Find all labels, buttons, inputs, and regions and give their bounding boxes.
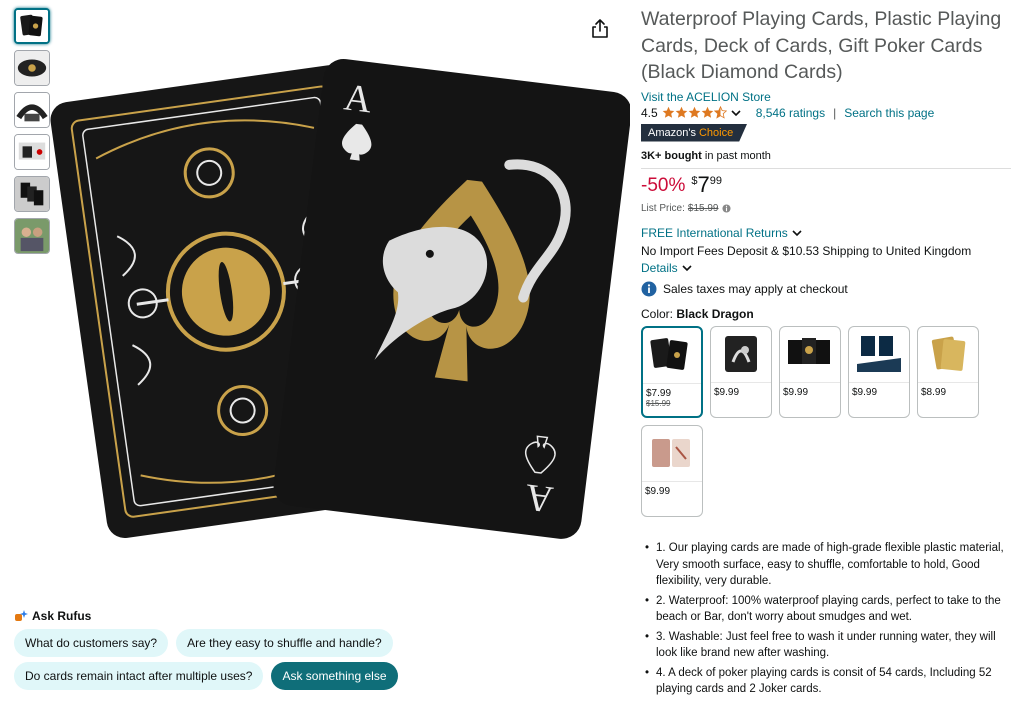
rufus-chip-remain-intact[interactable]: Do cards remain intact after multiple us… — [14, 662, 264, 690]
chevron-down-icon[interactable] — [730, 107, 742, 119]
thumbnail-1[interactable] — [14, 8, 50, 44]
color-swatches: $7.99 $15.99 $9.99 $9.99 $9.99 $8.99 $9.99 — [641, 325, 991, 517]
list-price: List Price: $15.99 — [641, 203, 1011, 214]
color-swatch-1[interactable]: $7.99 $15.99 — [641, 325, 703, 418]
thumbnail-6[interactable] — [14, 218, 50, 254]
details-text: Details — [641, 260, 678, 275]
color-label: Color: Black Dragon — [641, 307, 1011, 321]
list-price-label: List Price: — [641, 202, 685, 214]
feature-bullet: 4. A deck of poker playing cards is cons… — [645, 665, 1010, 698]
feature-bullet: 1. Our playing cards are made of high-gr… — [645, 540, 1010, 590]
swatch-image — [918, 327, 978, 383]
rufus-title-text: Ask Rufus — [32, 609, 92, 623]
price-whole: 7 — [697, 171, 710, 197]
details-link[interactable]: Details — [641, 261, 1011, 275]
thumbnail-3[interactable] — [14, 92, 50, 128]
swatch-price: $9.99 — [645, 485, 671, 497]
product-info-column: Waterproof Playing Cards, Plastic Playin… — [641, 6, 1011, 517]
card-rank-bottom: A — [522, 475, 555, 520]
swatch-price: $9.99 — [783, 386, 809, 398]
info-icon — [641, 281, 657, 296]
color-label-prefix: Color: — [641, 306, 677, 321]
divider — [641, 167, 1011, 169]
swatch-price: $9.99 — [714, 386, 740, 398]
price-row: -50% $ 7 99 — [641, 171, 1011, 197]
info-icon[interactable] — [721, 203, 731, 213]
star-icon — [675, 106, 687, 118]
shipping-info: No Import Fees Deposit & $10.53 Shipping… — [641, 243, 972, 258]
chevron-down-icon — [682, 264, 692, 271]
product-title: Waterproof Playing Cards, Plastic Playin… — [641, 8, 1002, 83]
thumbnail-4[interactable] — [14, 134, 50, 170]
star-icon — [701, 106, 713, 118]
amazons-choice-badge[interactable]: Amazon's Choice — [641, 124, 747, 142]
star-icon — [662, 106, 674, 118]
swatch-image — [642, 426, 702, 482]
swatch-price: $7.99 — [646, 387, 672, 399]
price-fraction: 99 — [709, 174, 722, 187]
swatch-list-price: $15.99 — [646, 398, 671, 408]
swatch-image — [780, 327, 840, 383]
free-returns-link[interactable]: FREE International Returns — [641, 226, 1011, 240]
rufus-title: Ask Rufus — [14, 609, 614, 623]
about-this-item-bullets: 1. Our playing cards are made of high-gr… — [645, 540, 1010, 701]
search-page-link[interactable]: Search this page — [844, 106, 934, 120]
rufus-spark-icon — [15, 610, 28, 621]
bought-in-past-month: 3K+ bought in past month — [641, 150, 1011, 162]
swatch-image — [643, 328, 701, 384]
thumbnail-2[interactable] — [14, 50, 50, 86]
sales-tax-text: Sales taxes may apply at checkout — [663, 281, 848, 296]
bought-rest: in past month — [701, 149, 771, 162]
returns-text: FREE International Returns — [641, 225, 788, 240]
store-link[interactable]: Visit the ACELION Store — [641, 90, 1011, 104]
thumbnail-strip — [14, 8, 52, 260]
swatch-price: $8.99 — [921, 386, 947, 398]
swatch-image — [711, 327, 771, 383]
rating-value: 4.5 — [641, 105, 658, 120]
color-swatch-3[interactable]: $9.99 — [779, 325, 841, 418]
badge-prefix: Amazon's — [648, 126, 696, 139]
color-value: Black Dragon — [676, 306, 754, 321]
feature-bullet: 2. Waterproof: 100% waterproof playing c… — [645, 593, 1010, 626]
star-icon — [688, 106, 700, 118]
main-product-image[interactable]: A A — [50, 40, 632, 540]
star-half-icon — [713, 106, 727, 119]
rufus-chip-easy-shuffle[interactable]: Are they easy to shuffle and handle? — [176, 629, 393, 657]
rufus-chip-ask-something-else[interactable]: Ask something else — [271, 662, 398, 690]
chevron-down-icon — [792, 229, 802, 236]
color-swatch-2[interactable]: $9.99 — [710, 325, 772, 418]
swatch-price: $9.99 — [852, 386, 878, 398]
rufus-panel: Ask Rufus What do customers say? Are the… — [14, 609, 614, 695]
swatch-image — [849, 327, 909, 383]
thumbnail-5[interactable] — [14, 176, 50, 212]
card-ace-of-spades: A A — [273, 59, 632, 539]
share-icon[interactable] — [590, 18, 610, 40]
badge-choice: Choice — [698, 126, 734, 139]
card-rank-top: A — [342, 76, 375, 121]
rufus-chip-customers-say[interactable]: What do customers say? — [14, 629, 169, 657]
feature-bullet: 3. Washable: Just feel free to wash it u… — [645, 629, 1010, 662]
ratings-count-link[interactable]: 8,546 ratings — [756, 106, 825, 120]
discount-percent: -50% — [641, 174, 686, 196]
bought-count: 3K+ bought — [641, 149, 702, 162]
star-rating[interactable] — [662, 106, 727, 119]
rating-row: 4.5 8,546 ratings | Search this page — [641, 106, 1011, 120]
color-swatch-4[interactable]: $9.99 — [848, 325, 910, 418]
color-swatch-5[interactable]: $8.99 — [917, 325, 979, 418]
sales-tax-notice: Sales taxes may apply at checkout — [641, 281, 1011, 297]
color-swatch-6[interactable]: $9.99 — [641, 424, 703, 517]
list-price-value: $15.99 — [687, 202, 719, 214]
separator: | — [833, 105, 837, 120]
